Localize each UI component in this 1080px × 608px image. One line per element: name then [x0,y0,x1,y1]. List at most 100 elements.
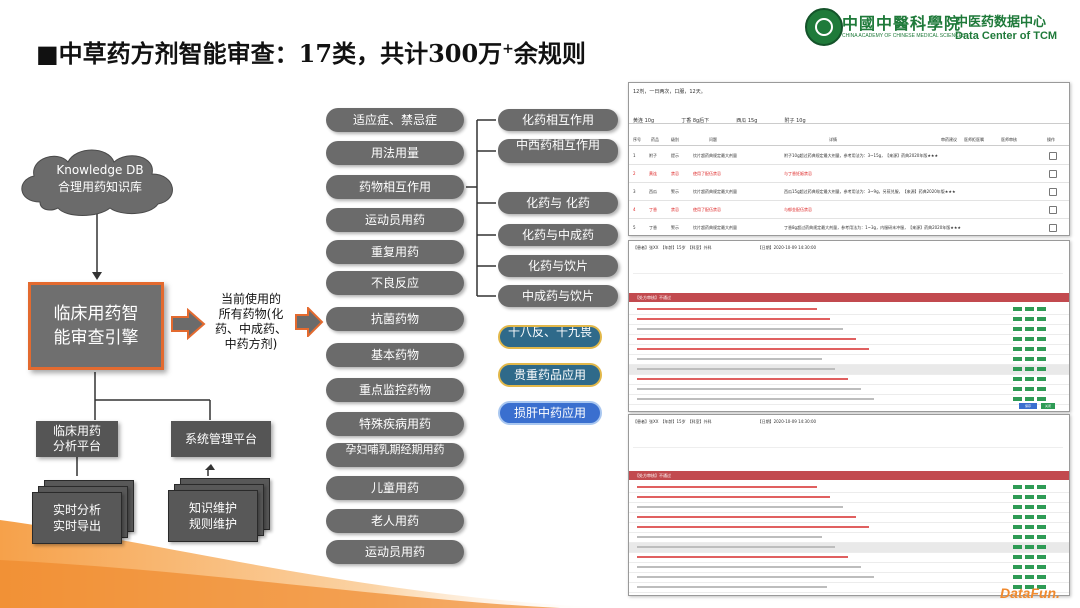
row-action-button[interactable] [1025,515,1034,519]
analysis-platform-box: 临床用药 分析平台 [36,421,118,457]
row-action-button[interactable] [1013,505,1022,509]
table-row [629,305,1069,315]
row-action-button[interactable] [1013,545,1022,549]
row-action-button[interactable] [1037,565,1046,569]
row-action-button[interactable] [1013,495,1022,499]
row-text-line [637,338,856,340]
row-text-line [637,388,861,390]
row-action-button[interactable] [1037,485,1046,489]
special-eighteen-incompat: 十八反、十九畏 [498,325,602,349]
review-result-screenshot-1: 12剂，一日两次，口服，12天。 黄连 10g 丁香 8g后下 西瓜 15g 附… [628,82,1070,236]
interaction-chinese-western: 中西药相互作用 [498,139,618,163]
row-action-button[interactable] [1013,485,1022,489]
table-row [629,325,1069,335]
row-action-button[interactable] [1037,327,1046,331]
row-action-button[interactable] [1037,357,1046,361]
view-detail-icon[interactable] [1049,170,1057,178]
table-row [629,523,1069,533]
row-text-line [637,536,822,538]
row-action-button[interactable] [1037,387,1046,391]
row-action-button[interactable] [1013,377,1022,381]
row-action-button[interactable] [1037,515,1046,519]
interaction-patent-herb: 中成药与饮片 [498,285,618,307]
row-action-button[interactable] [1013,565,1022,569]
category-elderly: 老人用药 [326,509,464,533]
view-detail-icon[interactable] [1049,224,1057,232]
row-action-button[interactable] [1025,317,1034,321]
row-action-button[interactable] [1037,307,1046,311]
row-action-button[interactable] [1013,525,1022,529]
row-text-line [637,318,830,320]
row-action-button[interactable] [1025,347,1034,351]
row-action-button[interactable] [1025,525,1034,529]
review-result-screenshot-3: 【患者】张XX 【年龄】15岁 【科室】外科 【日期】2020-10-09 14… [628,414,1070,596]
system-platform-box: 系统管理平台 [171,421,271,457]
row-action-button[interactable] [1013,535,1022,539]
row-action-button[interactable] [1037,535,1046,539]
view-detail-icon[interactable] [1049,152,1057,160]
row-action-button[interactable] [1037,545,1046,549]
row-action-button[interactable] [1025,545,1034,549]
view-detail-icon[interactable] [1049,206,1057,214]
row-action-button[interactable] [1025,495,1034,499]
row-action-button[interactable] [1013,337,1022,341]
row-action-button[interactable] [1037,575,1046,579]
table-cell: 与郁金配伍禁忌 [784,207,812,212]
row-action-button[interactable] [1037,377,1046,381]
row-action-button[interactable] [1037,555,1046,559]
row-action-button[interactable] [1025,505,1034,509]
row-action-button[interactable] [1013,555,1022,559]
row-action-button[interactable] [1013,387,1022,391]
row-action-button[interactable] [1025,387,1034,391]
row-action-button[interactable] [1025,397,1034,401]
row-text-line [637,486,817,488]
row-action-button[interactable] [1037,347,1046,351]
row-action-button[interactable] [1037,397,1046,401]
row-action-button[interactable] [1025,327,1034,331]
row-action-button[interactable] [1037,317,1046,321]
row-action-button[interactable] [1013,397,1022,401]
view-detail-icon[interactable] [1049,188,1057,196]
row-action-button[interactable] [1025,337,1034,341]
row-action-button[interactable] [1025,307,1034,311]
table-cell: 禁忌 [671,171,679,176]
row-action-button[interactable] [1037,337,1046,341]
table-cell: 提示 [671,153,679,158]
row-action-button[interactable] [1013,357,1022,361]
table-row [629,503,1069,513]
table-cell: 西瓜 [649,189,657,194]
row-action-button[interactable] [1025,357,1034,361]
table-row [629,315,1069,325]
row-action-button[interactable] [1025,575,1034,579]
row-action-button[interactable] [1013,327,1022,331]
row-action-button[interactable] [1037,367,1046,371]
current-drugs-label: 当前使用的 所有药物(化 药、中成药、 中药方剂) [214,292,287,351]
row-text-line [637,368,835,370]
row-action-button[interactable] [1013,367,1022,371]
row-action-button[interactable] [1025,377,1034,381]
result-table-header: 序号 药品 级别 问题 详情 审药建议 医师拒医嘱 医师审核 操作 [629,135,1069,146]
result-table-row: 5 丁香 警示 饮片超药典规定最大剂量 丁香8g超过药典规定最大剂量，参考用法为：1~3… [629,219,1069,235]
row-action-button[interactable] [1025,565,1034,569]
row-action-button[interactable] [1013,317,1022,321]
row-action-button[interactable] [1037,525,1046,529]
engine-arrow-icon [171,308,206,340]
row-action-button[interactable] [1025,535,1034,539]
save-button[interactable]: 保存 [1019,403,1037,409]
row-action-button[interactable] [1025,485,1034,489]
knowledge-db-label: Knowledge DB 合理用药知识库 [56,163,144,194]
category-pregnancy-lactation: 孕妇哺乳期经期用药 [326,443,464,467]
row-action-button[interactable] [1025,555,1034,559]
row-action-button[interactable] [1037,505,1046,509]
result-table-row: 1 附子 提示 饮片超药典规定最大剂量 附子10g超过药典规定最大剂量，参考用法为：3~… [629,147,1069,165]
table-cell: 1 [633,153,636,158]
row-action-button[interactable] [1037,495,1046,499]
row-action-button[interactable] [1013,575,1022,579]
row-action-button[interactable] [1013,515,1022,519]
row-action-button[interactable] [1025,367,1034,371]
datafun-watermark: DataFun. [1000,585,1060,601]
row-action-button[interactable] [1013,347,1022,351]
review-result-screenshot-2: 【患者】张XX 【年龄】15岁 【科室】外科 【日期】2020-10-09 14… [628,240,1070,412]
row-action-button[interactable] [1013,307,1022,311]
close-button[interactable]: 关闭 [1041,403,1055,409]
